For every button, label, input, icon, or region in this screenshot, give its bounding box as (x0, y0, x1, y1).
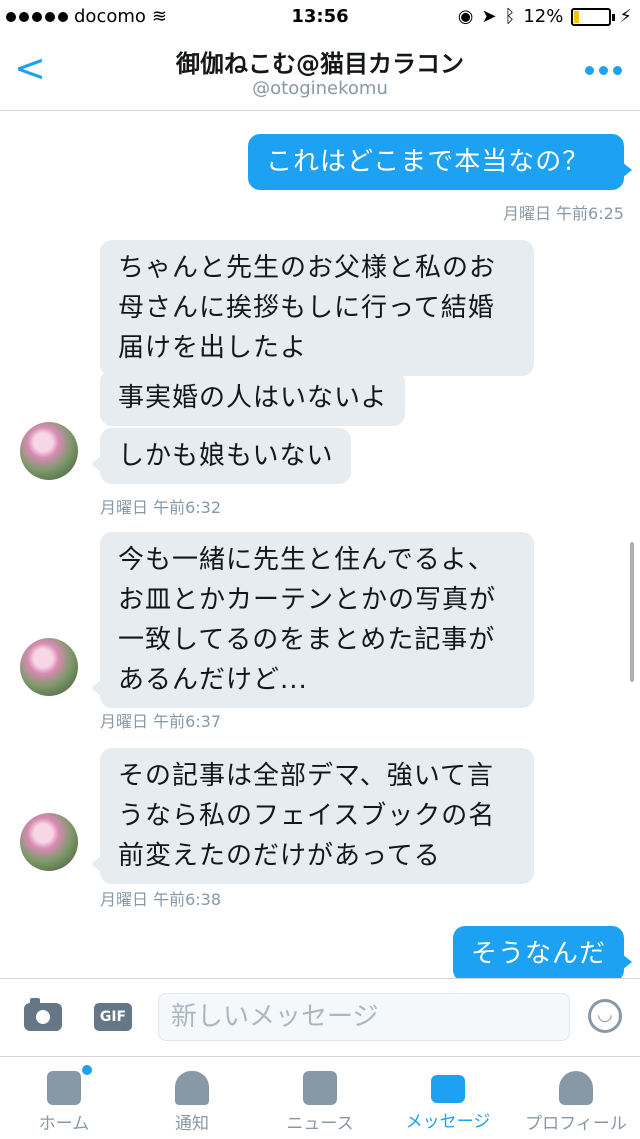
tab-label: ニュース (286, 1114, 354, 1134)
message-thread[interactable]: これはどこまで本当なの？ 月曜日 午前6:25 ちゃんと先生のお父様と私のお母さ… (0, 110, 640, 978)
battery-percent: 12% (523, 6, 564, 27)
bluetooth-icon: ᛒ (504, 6, 516, 27)
location-icon: ➤ (481, 6, 497, 27)
incoming-message[interactable]: 今も一緒に先生と住んでるよ、お皿とかカーテンとかの写真が一致してるのをまとめた記… (91, 532, 534, 708)
timestamp: 月曜日 午前6:38 (100, 890, 222, 909)
incoming-message[interactable]: その記事は全部デマ、強いて言うなら私のフェイスブックの名前変えたのだけがあってる (91, 748, 534, 884)
camera-icon[interactable] (24, 998, 62, 1031)
message-composer: GIF 新しいメッセージ ◡ (0, 978, 640, 1057)
news-icon (303, 1071, 337, 1105)
more-options-icon[interactable] (585, 50, 622, 75)
tab-home[interactable]: ホーム (0, 1057, 128, 1139)
tab-label: 通知 (175, 1114, 209, 1134)
emoji-icon[interactable]: ◡ (588, 999, 622, 1033)
avatar[interactable] (20, 638, 78, 696)
tab-label: メッセージ (405, 1112, 491, 1132)
tab-label: プロフィール (525, 1114, 627, 1134)
tab-notifications[interactable]: 通知 (128, 1057, 256, 1139)
outgoing-message[interactable]: これはどこまで本当なの？ (248, 134, 632, 190)
lock-rotation-icon: ◉ (457, 6, 474, 27)
battery-icon (571, 7, 616, 26)
conversation-title: 御伽ねこむ@猫目カラコン (176, 50, 464, 78)
scrollbar[interactable] (630, 542, 634, 682)
timestamp: 月曜日 午前6:37 (100, 712, 222, 731)
charging-icon: ⚡ (619, 6, 632, 27)
tab-profile[interactable]: プロフィール (512, 1057, 640, 1139)
notification-dot (82, 1065, 92, 1075)
status-bar: docomo ≋ 13:56 ◉ ➤ ᛒ 12% ⚡ (0, 0, 640, 36)
home-icon (47, 1071, 81, 1105)
bell-icon (175, 1071, 209, 1105)
gif-button[interactable]: GIF (94, 1003, 132, 1031)
tab-bar: ホーム 通知 ニュース メッセージ プロフィール (0, 1056, 640, 1139)
timestamp: 月曜日 午前6:25 (502, 204, 624, 223)
envelope-icon (431, 1075, 465, 1103)
incoming-message[interactable]: 事実婚の人はいないよ (100, 370, 406, 426)
incoming-message[interactable]: ちゃんと先生のお父様と私のお母さんに挨拶もしに行って結婚届けを出したよ (100, 240, 534, 376)
avatar[interactable] (20, 813, 78, 871)
tab-messages[interactable]: メッセージ (384, 1057, 512, 1139)
message-input[interactable]: 新しいメッセージ (158, 993, 570, 1041)
conversation-header: < 御伽ねこむ@猫目カラコン @otoginekomu (0, 36, 640, 111)
person-icon (559, 1071, 593, 1105)
incoming-message[interactable]: しかも娘もいない (90, 428, 352, 484)
outgoing-message[interactable]: そうなんだ (452, 926, 633, 978)
avatar[interactable] (20, 422, 78, 480)
timestamp: 月曜日 午前6:32 (100, 498, 222, 517)
tab-label: ホーム (38, 1114, 90, 1134)
tab-news[interactable]: ニュース (256, 1057, 384, 1139)
conversation-handle: @otoginekomu (252, 78, 388, 99)
